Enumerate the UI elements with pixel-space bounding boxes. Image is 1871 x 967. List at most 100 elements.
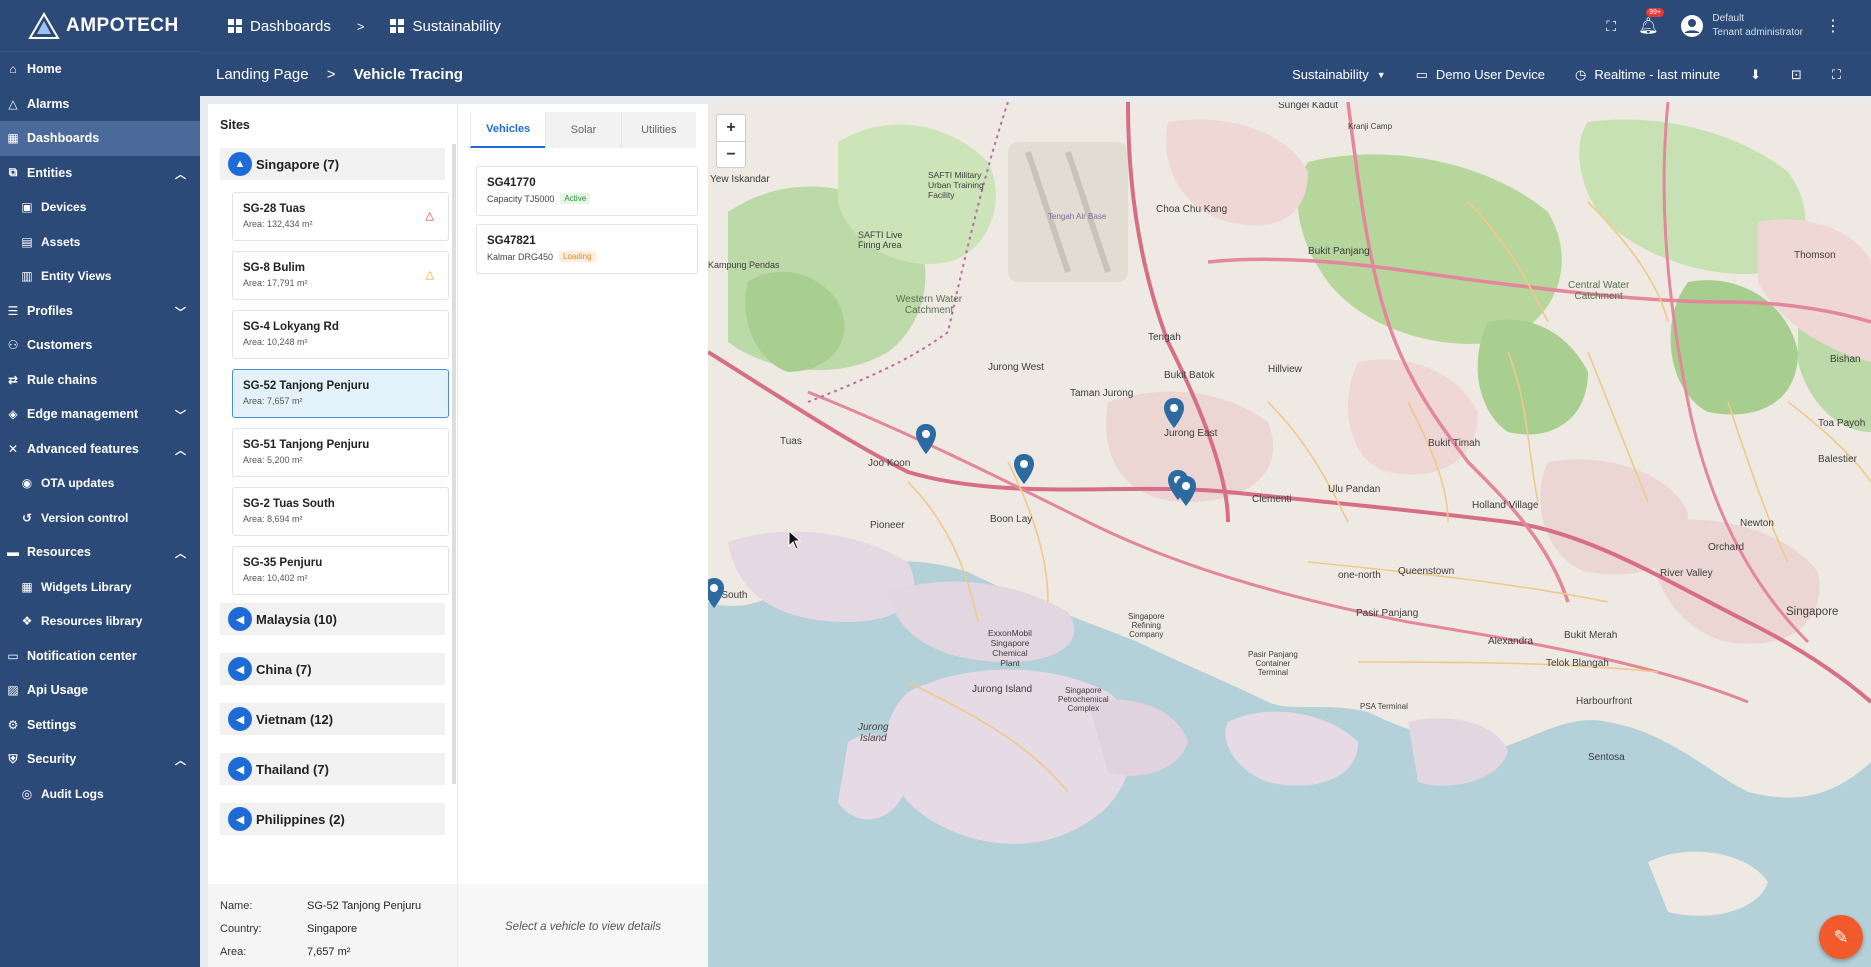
site-card[interactable]: SG-2 Tuas South Area: 8,694 m²	[232, 487, 449, 536]
alarm-icon: △	[8, 96, 18, 111]
breadcrumb-landing-page[interactable]: Landing Page	[216, 66, 309, 83]
map-label: Bukit Batok	[1164, 370, 1215, 381]
map-label: Boon Lay	[990, 514, 1033, 525]
device-icon: ▣	[21, 200, 33, 215]
map-label: Jurong East	[1164, 428, 1218, 439]
top-breadcrumb: Dashboards > Sustainability	[228, 18, 501, 35]
map-label: SAFTI Live Firing Area	[858, 230, 903, 250]
tab-utilities[interactable]: Utilities	[620, 112, 696, 148]
sidebar-item-home[interactable]: ⌂ Home	[0, 52, 200, 87]
map-label: Bishan	[1830, 354, 1861, 365]
map-marker-icon[interactable]	[1014, 454, 1034, 484]
map-marker-icon[interactable]	[708, 578, 724, 608]
sidebar-item-version-control[interactable]: ↺ Version control	[0, 501, 200, 536]
sidebar-item-resources[interactable]: ▬ Resources ︿	[0, 535, 200, 570]
map-label: Taman Jurong	[1070, 388, 1134, 399]
site-group-thailand[interactable]: ◀ Thailand (7)	[220, 753, 445, 785]
navigation-icon: ◀	[228, 657, 252, 681]
dashboard-toolbar: Landing Page > Vehicle Tracing Sustainab…	[200, 52, 1871, 96]
sidebar-item-settings[interactable]: ⚙ Settings	[0, 708, 200, 743]
widgets-icon: ▦	[21, 579, 33, 594]
zoom-in-button[interactable]: +	[717, 115, 745, 141]
app-logo[interactable]: AMPOTECH	[0, 0, 200, 52]
app-name: AMPOTECH	[66, 14, 179, 36]
map-label: Orchard	[1708, 542, 1745, 553]
site-group-philippines[interactable]: ◀ Philippines (2)	[220, 803, 445, 835]
site-card[interactable]: SG-28 Tuas Area: 132,434 m² △	[232, 192, 449, 241]
map-label: Western Water Catchment	[896, 294, 963, 316]
export-icon[interactable]: ⊡	[1791, 67, 1802, 83]
tab-vehicles[interactable]: Vehicles	[470, 112, 546, 148]
sidebar-item-notification-center[interactable]: ▭ Notification center	[0, 639, 200, 674]
map-label: Central Water Catchment	[1568, 280, 1630, 302]
pencil-icon: ✎	[1833, 926, 1849, 947]
sidebar-item-resources-library[interactable]: ❖ Resources library	[0, 604, 200, 639]
sidebar-item-security[interactable]: ⛨ Security ︿	[0, 742, 200, 777]
sidebar-item-edge-management[interactable]: ◈ Edge management ﹀	[0, 397, 200, 432]
sidebar-item-advanced-features[interactable]: ✕ Advanced features ︿	[0, 432, 200, 467]
site-card[interactable]: SG-35 Penjuru Area: 10,402 m²	[232, 546, 449, 595]
sidebar-item-api-usage[interactable]: ▨ Api Usage	[0, 673, 200, 708]
sidebar-item-ota-updates[interactable]: ◉ OTA updates	[0, 466, 200, 501]
user-menu[interactable]: Default Tenant administrator	[1680, 12, 1803, 40]
sidebar-item-dashboards[interactable]: ▦ Dashboards	[0, 121, 200, 156]
fullscreen-icon[interactable]: ⛶	[1606, 18, 1616, 35]
breadcrumb-sustainability: Sustainability	[412, 17, 501, 35]
status-badge: Loading	[559, 251, 596, 262]
map-label: Singapore	[1786, 606, 1839, 618]
zoom-out-button[interactable]: −	[717, 141, 745, 167]
entity-view-icon: ▥	[21, 269, 33, 284]
map-widget[interactable]: + − Sungei Kadut Kranji Camp Yew Iskanda…	[708, 102, 1871, 967]
download-icon[interactable]: ⬇	[1750, 67, 1761, 83]
site-group-malaysia[interactable]: ◀ Malaysia (10)	[220, 603, 445, 635]
profiles-icon: ☰	[7, 303, 19, 318]
notifications-button[interactable]: 🔔︎ 99+	[1638, 8, 1664, 36]
map-label: PSA Terminal	[1360, 702, 1408, 711]
vehicle-card[interactable]: SG41770 Capacity TJ5000 Active	[476, 166, 698, 216]
warning-icon: △	[425, 210, 434, 222]
site-group-singapore[interactable]: ▲ Singapore (7)	[220, 148, 445, 180]
dashboard-select[interactable]: Sustainability ▼	[1292, 67, 1386, 82]
site-card-selected[interactable]: SG-52 Tanjong Penjuru Area: 7,657 m²	[232, 369, 449, 418]
sidebar-item-rule-chains[interactable]: ⇄ Rule chains	[0, 363, 200, 398]
vehicle-card[interactable]: SG47821 Kalmar DRG450 Loading	[476, 224, 698, 274]
site-card[interactable]: SG-4 Lokyang Rd Area: 10,248 m²	[232, 310, 449, 359]
account-icon	[1681, 15, 1704, 37]
fullscreen-icon[interactable]: ⛶	[1832, 67, 1841, 83]
map-label: Jurong West	[988, 362, 1044, 373]
map-label: one-north	[1338, 570, 1381, 581]
map-label: Ulu Pandan	[1328, 484, 1381, 495]
map-label: Pioneer	[870, 520, 905, 531]
map-label: Bukit Timah	[1428, 438, 1481, 449]
sidebar-item-alarms[interactable]: △ Alarms	[0, 87, 200, 122]
map-marker-icon[interactable]	[1164, 398, 1184, 428]
sidebar-item-assets[interactable]: ▤ Assets	[0, 225, 200, 260]
tab-solar[interactable]: Solar	[545, 112, 621, 148]
breadcrumb-dashboards[interactable]: Dashboards	[250, 18, 331, 35]
more-vert-icon[interactable]: ⋮	[1825, 16, 1841, 36]
sidebar-item-customers[interactable]: ⚇ Customers	[0, 328, 200, 363]
map-marker-icon[interactable]	[1176, 476, 1196, 506]
user-role: Tenant administrator	[1712, 27, 1803, 38]
site-card[interactable]: SG-8 Bulim Area: 17,791 m² △	[232, 251, 449, 300]
site-group-vietnam[interactable]: ◀ Vietnam (12)	[220, 703, 445, 735]
folder-icon: ▬	[7, 545, 19, 560]
map-marker-icon[interactable]	[916, 424, 936, 454]
site-group-china[interactable]: ◀ China (7)	[220, 653, 445, 685]
sidebar-item-widgets-library[interactable]: ▦ Widgets Library	[0, 570, 200, 605]
site-info: Name: SG-52 Tanjong Penjuru Country: Singa…	[208, 884, 457, 967]
logo-icon	[28, 11, 60, 39]
sidebar-nav: ⌂ Home △ Alarms ▦ Dashboards ⧉ Entities ︿ ▣ De…	[0, 52, 200, 811]
sidebar-item-audit-logs[interactable]: ◎ Audit Logs	[0, 777, 200, 812]
timewindow-button[interactable]: ◷ Realtime - last minute	[1575, 67, 1720, 83]
site-card[interactable]: SG-51 Tanjong Penjuru Area: 5,200 m²	[232, 428, 449, 477]
sites-scrollbar[interactable]	[452, 144, 456, 784]
entity-alias-select[interactable]: ▭ Demo User Device	[1416, 67, 1545, 83]
sidebar-item-profiles[interactable]: ☰ Profiles ﹀	[0, 294, 200, 329]
sidebar-item-entities[interactable]: ⧉ Entities ︿	[0, 156, 200, 191]
edit-button[interactable]: ✎	[1819, 915, 1863, 959]
sidebar-item-entity-views[interactable]: ▥ Entity Views	[0, 259, 200, 294]
map-label: Telok Blangah	[1546, 658, 1609, 669]
map-label: Tengah	[1148, 332, 1181, 343]
sidebar-item-devices[interactable]: ▣ Devices	[0, 190, 200, 225]
